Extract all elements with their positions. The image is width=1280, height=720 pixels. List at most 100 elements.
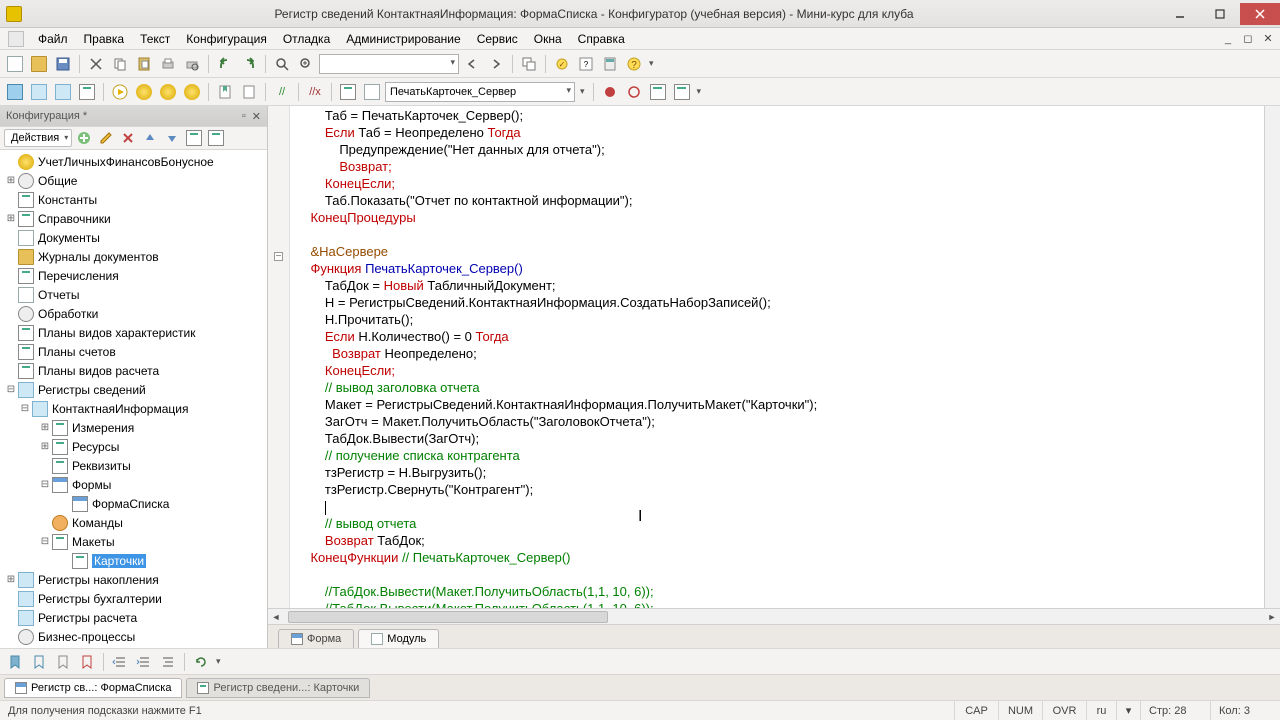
refresh-button[interactable]	[190, 651, 212, 673]
breakpoint-list-button[interactable]	[647, 81, 669, 103]
status-lang[interactable]: ru	[1086, 701, 1116, 720]
tab-module[interactable]: Модуль	[358, 629, 439, 648]
zoom-button[interactable]	[295, 53, 317, 75]
tree-templates[interactable]: Макеты	[72, 535, 115, 549]
syntax-help-button[interactable]: ?	[575, 53, 597, 75]
format-block-button[interactable]	[157, 651, 179, 673]
tree-sort-button[interactable]	[184, 128, 204, 148]
doc-tab-form[interactable]: Регистр св...: ФормаСписка	[4, 678, 182, 698]
tree-acc-plans[interactable]: Планы счетов	[38, 345, 116, 359]
tree-enums[interactable]: Перечисления	[38, 269, 119, 283]
tree-delete-button[interactable]	[118, 128, 138, 148]
code-editor[interactable]: − Таб = ПечатьКарточек_Сервер(); Если Та…	[268, 106, 1264, 608]
mdi-minimize-icon[interactable]: _	[1220, 31, 1236, 47]
format-button[interactable]	[361, 81, 383, 103]
tree-dataproc[interactable]: Обработки	[38, 307, 98, 321]
breakpoint-toggle-button[interactable]	[623, 81, 645, 103]
tree-up-button[interactable]	[140, 128, 160, 148]
tree-add-button[interactable]	[74, 128, 94, 148]
indent-inc-button[interactable]	[133, 651, 155, 673]
breakpoint-remove-button[interactable]	[671, 81, 693, 103]
fold-icon[interactable]: −	[274, 252, 283, 261]
scroll-left-icon[interactable]: ◄	[268, 609, 284, 625]
print-preview-button[interactable]	[181, 53, 203, 75]
editor-v-scrollbar[interactable]	[1264, 106, 1280, 608]
editor-h-scrollbar[interactable]: ◄ ►	[268, 608, 1280, 624]
db-button[interactable]	[28, 81, 50, 103]
tree-info-regs[interactable]: Регистры сведений	[38, 383, 146, 397]
bookmark-button[interactable]	[214, 81, 236, 103]
calculator-button[interactable]	[599, 53, 621, 75]
menu-text[interactable]: Текст	[132, 30, 178, 48]
tree-actions-button[interactable]: Действия	[4, 129, 72, 147]
tree-calc-regs[interactable]: Регистры расчета	[38, 611, 137, 625]
mdi-restore-icon[interactable]: ◻	[1240, 31, 1256, 47]
tree-commands[interactable]: Команды	[72, 516, 123, 530]
search-forward-button[interactable]	[485, 53, 507, 75]
tree-forms[interactable]: Формы	[72, 478, 111, 492]
copy-button[interactable]	[109, 53, 131, 75]
goto-line-button[interactable]	[337, 81, 359, 103]
tree-form-list[interactable]: ФормаСписка	[92, 497, 169, 511]
bookmark-next-button[interactable]	[238, 81, 260, 103]
bm-prev-button[interactable]	[52, 651, 74, 673]
find-button[interactable]	[271, 53, 293, 75]
tree-resources[interactable]: Ресурсы	[72, 440, 119, 454]
tree-contact-info[interactable]: КонтактнаяИнформация	[52, 402, 188, 416]
search-back-button[interactable]	[461, 53, 483, 75]
panel-close-icon[interactable]: ✕	[252, 110, 261, 123]
menu-windows[interactable]: Окна	[526, 30, 570, 48]
save-button[interactable]	[52, 53, 74, 75]
procedure-selector[interactable]	[385, 82, 575, 102]
windows-button[interactable]	[518, 53, 540, 75]
paste-button[interactable]	[133, 53, 155, 75]
search-combo[interactable]	[319, 54, 459, 74]
menu-configuration[interactable]: Конфигурация	[178, 30, 275, 48]
system-menu-icon[interactable]	[8, 31, 24, 47]
config-tree[interactable]: УчетЛичныхФинансовБонусное ⊞Общие Конста…	[0, 150, 267, 648]
scroll-right-icon[interactable]: ►	[1264, 609, 1280, 625]
status-lang-icon[interactable]: ▾	[1116, 701, 1140, 720]
bm-next-button[interactable]	[28, 651, 50, 673]
tree-calc-plans[interactable]: Планы видов расчета	[38, 364, 159, 378]
step-out-button[interactable]	[181, 81, 203, 103]
panel-pin-icon[interactable]: ▫	[242, 110, 246, 123]
tree-biz-proc[interactable]: Бизнес-процессы	[38, 630, 135, 644]
menu-debug[interactable]: Отладка	[275, 30, 338, 48]
menu-service[interactable]: Сервис	[469, 30, 526, 48]
tree-edit-button[interactable]	[96, 128, 116, 148]
table-button[interactable]	[76, 81, 98, 103]
bm-toggle-button[interactable]	[4, 651, 26, 673]
tree-cards[interactable]: Карточки	[92, 554, 146, 568]
new-file-button[interactable]	[4, 53, 26, 75]
mdi-close-icon[interactable]: ✕	[1260, 31, 1276, 47]
minimize-button[interactable]	[1160, 3, 1200, 25]
cut-button[interactable]	[85, 53, 107, 75]
doc-tab-cards[interactable]: Регистр сведени...: Карточки	[186, 678, 370, 698]
syntax-check-button[interactable]: ✓	[551, 53, 573, 75]
redo-button[interactable]	[238, 53, 260, 75]
step-button[interactable]	[133, 81, 155, 103]
comment-button[interactable]: //	[271, 81, 293, 103]
tree-common[interactable]: Общие	[38, 174, 77, 188]
storage-button[interactable]	[52, 81, 74, 103]
scroll-thumb[interactable]	[288, 611, 608, 623]
tree-documents[interactable]: Документы	[38, 231, 100, 245]
tree-dimensions[interactable]: Измерения	[72, 421, 134, 435]
step-over-button[interactable]	[157, 81, 179, 103]
tree-root[interactable]: УчетЛичныхФинансовБонусное	[38, 155, 214, 169]
bm-clear-button[interactable]	[76, 651, 98, 673]
indent-dec-button[interactable]	[109, 651, 131, 673]
maximize-button[interactable]	[1200, 3, 1240, 25]
tree-attributes[interactable]: Реквизиты	[72, 459, 131, 473]
tree-char-plans[interactable]: Планы видов характеристик	[38, 326, 195, 340]
help-button[interactable]: ?	[623, 53, 645, 75]
tree-filter-button[interactable]	[206, 128, 226, 148]
undo-button[interactable]	[214, 53, 236, 75]
tab-form[interactable]: Форма	[278, 629, 354, 648]
tree-catalogs[interactable]: Справочники	[38, 212, 111, 226]
menu-admin[interactable]: Администрирование	[338, 30, 468, 48]
menu-edit[interactable]: Правка	[76, 30, 133, 48]
tree-book-regs[interactable]: Регистры бухгалтерии	[38, 592, 162, 606]
menu-help[interactable]: Справка	[570, 30, 633, 48]
